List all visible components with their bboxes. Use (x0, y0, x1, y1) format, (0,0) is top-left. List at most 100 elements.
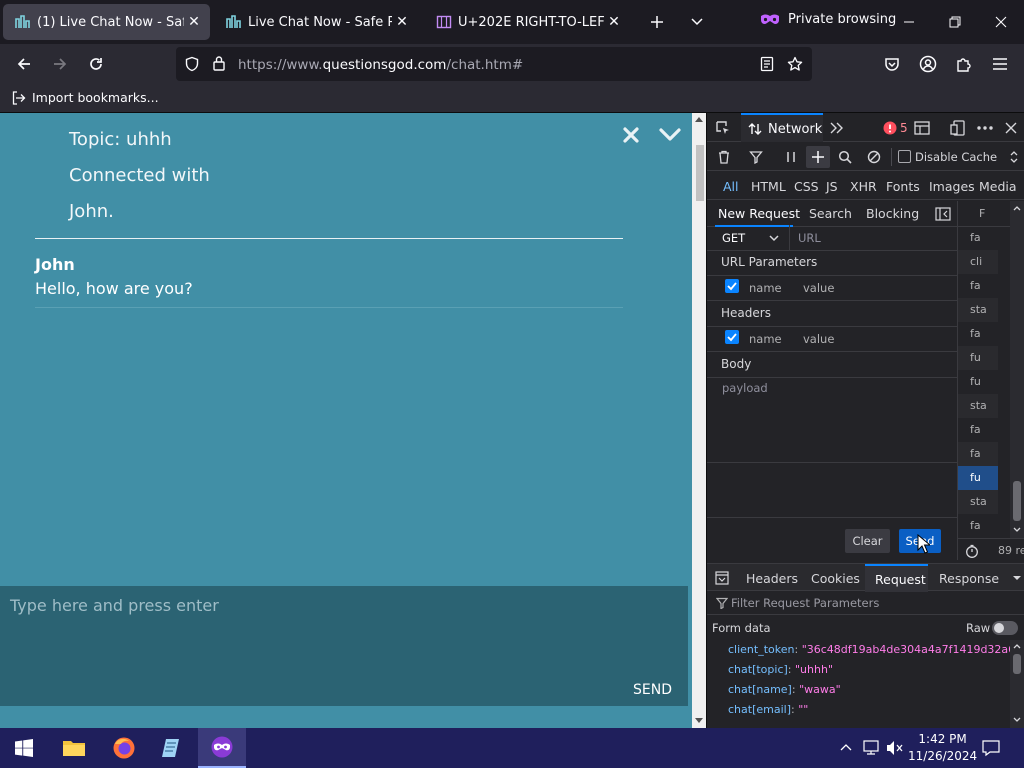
close-chat-icon[interactable] (622, 126, 640, 144)
pocket-icon[interactable] (876, 48, 908, 80)
body-payload-textarea[interactable]: payload (722, 381, 768, 395)
tab-close-icon[interactable]: ✕ (184, 14, 204, 30)
restore-window-button[interactable] (932, 0, 978, 44)
request-row-selected[interactable]: fu (958, 466, 998, 490)
close-window-button[interactable] (978, 0, 1024, 44)
split-console-icon[interactable] (914, 121, 930, 135)
tracking-protection-shield-icon[interactable] (184, 56, 200, 72)
import-bookmarks-item[interactable]: Import bookmarks... (12, 90, 159, 105)
account-icon[interactable] (912, 48, 944, 80)
reload-button[interactable] (80, 48, 112, 80)
clear-request-button[interactable]: Clear (845, 529, 890, 553)
filter-images[interactable]: Images (929, 179, 975, 194)
volume-muted-icon[interactable] (886, 740, 904, 756)
form-param-row[interactable]: chat[topic]: "uhhh" (728, 663, 833, 676)
extensions-icon[interactable] (948, 48, 980, 80)
detail-tab-cookies[interactable]: Cookies (811, 571, 860, 586)
bookmark-star-icon[interactable] (787, 56, 803, 72)
filter-fonts[interactable]: Fonts (886, 179, 920, 194)
page-scrollbar[interactable] (692, 113, 706, 728)
request-row[interactable]: sta (958, 394, 998, 418)
tab-blocking[interactable]: Blocking (866, 206, 919, 221)
network-panel-tab[interactable]: Network (741, 113, 823, 142)
network-status-icon[interactable] (862, 740, 880, 756)
url-text[interactable]: https://www.questionsgod.com/chat.htm# (238, 57, 523, 73)
close-sidebar-icon[interactable] (935, 207, 951, 221)
tab-live-chat-2[interactable]: Live Chat Now - Safe Place to ✕ (214, 4, 418, 40)
filter-html[interactable]: HTML (751, 179, 786, 194)
more-options-icon[interactable] (977, 126, 993, 130)
pause-icon[interactable] (785, 150, 797, 164)
request-row[interactable]: sta (958, 298, 998, 322)
more-tabs-dropdown-icon[interactable] (1012, 575, 1022, 581)
filter-params-bar[interactable]: Filter Request Parameters (707, 592, 1024, 615)
lock-icon[interactable] (212, 55, 226, 71)
reader-view-icon[interactable] (760, 56, 774, 72)
tab-search[interactable]: Search (809, 206, 852, 221)
request-row[interactable]: fa (958, 274, 998, 298)
filter-css[interactable]: CSS (794, 179, 819, 194)
responsive-design-icon[interactable] (950, 120, 966, 136)
url-param-value-input[interactable]: value (803, 281, 834, 295)
tab-new-request[interactable]: New Request (718, 206, 800, 221)
tab-close-icon[interactable]: ✕ (392, 14, 412, 30)
url-param-name-input[interactable]: name (749, 281, 782, 295)
address-bar[interactable]: https://www.questionsgod.com/chat.htm# (176, 47, 812, 81)
chat-input-area[interactable]: Type here and press enter SEND (0, 586, 688, 706)
filter-xhr[interactable]: XHR (850, 179, 877, 194)
minimize-window-button[interactable] (886, 0, 932, 44)
scroll-up-arrow-icon[interactable] (1013, 643, 1021, 649)
request-row[interactable]: fa (958, 418, 998, 442)
firefox-button[interactable] (100, 728, 148, 768)
method-select[interactable]: GET (722, 231, 745, 245)
scroll-down-arrow-icon[interactable] (695, 718, 703, 724)
method-dropdown-chevron-icon[interactable] (769, 235, 779, 242)
detail-tab-headers[interactable]: Headers (746, 571, 798, 586)
minimize-chat-chevron-icon[interactable] (658, 126, 682, 144)
block-requests-icon[interactable] (867, 150, 881, 164)
request-row[interactable]: sta (958, 490, 998, 514)
header-name-input[interactable]: name (749, 332, 782, 346)
scroll-up-arrow-icon[interactable] (695, 116, 703, 122)
app-menu-icon[interactable] (984, 48, 1016, 80)
request-list-scrollbar[interactable] (1010, 201, 1024, 538)
system-clock[interactable]: 1:42 PM 11/26/2024 (908, 731, 977, 765)
firefox-private-button[interactable] (198, 728, 246, 768)
header-checkbox[interactable] (725, 330, 739, 344)
more-panels-chevron-icon[interactable] (830, 122, 844, 134)
scroll-down-arrow-icon[interactable] (1013, 717, 1021, 723)
form-param-row[interactable]: client_token: "36c48df19ab4de304a4a7f141… (728, 643, 1024, 656)
params-scrollbar[interactable] (1010, 640, 1024, 728)
form-param-row[interactable]: chat[name]: "wawa" (728, 683, 841, 696)
request-url-input[interactable]: URL (798, 231, 821, 245)
throttle-dropdown-icon[interactable] (1010, 151, 1018, 163)
chat-send-button[interactable]: SEND (633, 682, 672, 698)
request-row[interactable]: cli (958, 250, 998, 274)
form-param-row[interactable]: chat[email]: "" (728, 703, 808, 716)
request-list-column-header[interactable]: F (979, 207, 985, 220)
show-hidden-icons-chevron-icon[interactable] (840, 743, 852, 751)
request-row[interactable]: fa (958, 514, 998, 538)
request-row[interactable]: fu (958, 370, 998, 394)
search-icon[interactable] (838, 150, 852, 164)
filter-js[interactable]: JS (826, 179, 838, 194)
filter-params-input[interactable]: Filter Request Parameters (731, 596, 879, 610)
tab-close-icon[interactable]: ✕ (604, 14, 624, 30)
error-icon[interactable] (883, 121, 897, 135)
params-scroll-thumb[interactable] (1013, 654, 1021, 674)
close-devtools-icon[interactable] (1005, 122, 1017, 134)
forward-button[interactable] (44, 48, 76, 80)
toggle-sidebar-icon[interactable] (715, 571, 729, 585)
new-request-button[interactable] (806, 146, 830, 168)
clear-log-trash-icon[interactable] (717, 150, 731, 164)
header-value-input[interactable]: value (803, 332, 834, 346)
start-button[interactable] (0, 728, 48, 768)
filter-media[interactable]: Media (979, 179, 1017, 194)
error-count[interactable]: 5 (900, 121, 908, 135)
detail-tab-request-active[interactable]: Request (865, 564, 928, 592)
tab-unicode-rtl[interactable]: U+202E RIGHT-TO-LEFT OVEF ✕ (424, 4, 630, 40)
filter-funnel-icon[interactable] (749, 150, 763, 164)
raw-toggle-switch[interactable] (992, 621, 1018, 635)
request-row[interactable]: fu (958, 346, 998, 370)
disable-cache-label[interactable]: Disable Cache (915, 150, 997, 164)
